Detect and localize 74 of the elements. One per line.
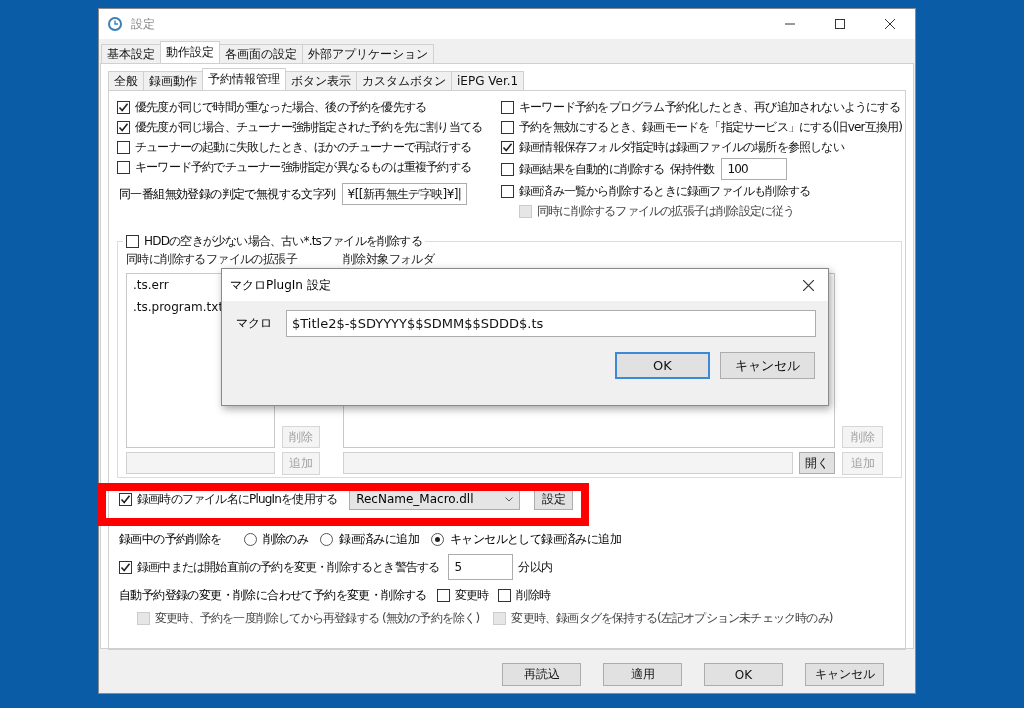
field-label: 保持件数 — [669, 160, 715, 178]
option-label: 録画中または開始直前の予約を変更・削除するとき警告する — [137, 558, 440, 576]
checkbox[interactable] — [501, 140, 514, 154]
option-label: 優先度が同じで時間が重なった場合、後の予約を優先する — [135, 98, 427, 116]
option-label: 優先度が同じ場合、チューナー強制指定された予約を先に割り当てる — [135, 118, 483, 136]
caret-icon — [505, 496, 514, 502]
open-button[interactable]: 開く — [799, 452, 835, 474]
checkbox[interactable] — [126, 234, 139, 248]
option-label: 録画結果を自動的に削除する — [519, 160, 665, 178]
tab[interactable]: 外部アプリケーション — [302, 44, 434, 63]
radio-button[interactable] — [320, 532, 334, 546]
clock-icon — [107, 16, 123, 32]
checkbox[interactable] — [117, 120, 130, 134]
option-label: 変更時、録画タグを保持する(左記オプション未チェック時のみ) — [511, 609, 833, 627]
option-label: 予約を無効にするとき、録画モードを「指定サービス」にする(旧ver互換用) — [519, 118, 903, 136]
window-title: 設定 — [131, 15, 156, 33]
tab[interactable]: iEPG Ver.1 — [451, 71, 525, 90]
footer-button[interactable]: 適用 — [603, 663, 682, 686]
checkbox[interactable] — [501, 162, 514, 176]
checkbox[interactable] — [119, 492, 132, 506]
checkbox[interactable] — [117, 140, 130, 154]
footer-button[interactable]: OK — [704, 663, 783, 686]
macro-field[interactable]: $Title2$-$SDYYYY$$SDMM$$SDDD$.ts — [286, 309, 816, 337]
list-label: 削除対象フォルダ — [343, 251, 436, 268]
option-label: HDDの空きが少ない場合、古い*.tsファイルを削除する — [144, 232, 422, 250]
option-label: 録画時のファイル名にPlugInを使用する — [137, 490, 338, 508]
tab[interactable]: 各画面の設定 — [219, 44, 303, 63]
unit-label: 分以内 — [518, 558, 552, 576]
radio-button[interactable] — [243, 532, 257, 546]
footer-button[interactable]: キャンセル — [805, 663, 884, 686]
dropdown-value: RecName_Macro.dll — [356, 492, 474, 506]
radio-button[interactable] — [431, 532, 445, 546]
field-label: マクロ — [236, 314, 272, 332]
checkbox[interactable] — [436, 588, 450, 602]
option-label: キーワード予約をプログラム予約化したとき、再び追加されないようにする — [519, 98, 900, 116]
checkbox[interactable] — [117, 100, 130, 114]
checkbox[interactable] — [498, 588, 512, 602]
option-label: 同時に削除するファイルの拡張子は削除設定に従う — [537, 202, 795, 220]
number-field[interactable]: 5 — [448, 554, 514, 580]
option-label: 録画済み一覧から削除するときに録画ファイルも削除する — [519, 182, 811, 200]
tab[interactable]: 全般 — [108, 71, 144, 90]
close-icon[interactable] — [885, 19, 895, 29]
tab[interactable]: 基本設定 — [101, 44, 161, 63]
checkbox[interactable] — [501, 120, 514, 134]
number-field[interactable]: 100 — [721, 158, 788, 180]
close-icon[interactable] — [803, 279, 814, 291]
checkbox[interactable] — [117, 160, 130, 174]
folder-input[interactable] — [343, 452, 793, 474]
dialog-button[interactable]: OK — [615, 352, 710, 379]
checkbox[interactable] — [501, 100, 514, 114]
option-label: 変更時、予約を一度削除してから再登録する (無効の予約を除く) — [155, 609, 480, 627]
option-label: 削除時 — [516, 586, 551, 604]
footer-button[interactable]: 再読込 — [502, 663, 581, 686]
list-label: 同時に削除するファイルの拡張子 — [126, 251, 299, 268]
text-field[interactable]: ¥[[新再無生デ字映]¥]| — [341, 183, 468, 205]
tab[interactable]: 動作設定 — [160, 41, 220, 63]
field-label: 同一番組無効登録の判定で無視する文字列 — [119, 185, 336, 203]
option-label: キーワード予約でチューナー強制指定が異なるものは重複予約する — [135, 158, 471, 176]
dialog-button[interactable]: キャンセル — [720, 352, 815, 379]
tab[interactable]: カスタムボタン — [356, 71, 452, 90]
option-label: キャンセルとして録画済みに追加 — [450, 530, 622, 548]
option-label: チューナーの起動に失敗したとき、ほかのチューナーで再試行する — [135, 138, 471, 156]
extension-input[interactable] — [126, 452, 275, 474]
option-label: 削除のみ — [262, 530, 309, 548]
checkbox[interactable] — [501, 184, 514, 198]
maximize-icon[interactable] — [835, 19, 845, 29]
checkbox[interactable] — [119, 560, 132, 574]
option-label: 自動予約登録の変更・削除に合わせて予約を変更・削除する — [119, 586, 427, 604]
tab[interactable]: ボタン表示 — [285, 71, 357, 90]
option-label: 録画済みに追加 — [339, 530, 420, 548]
option-label: 録画中の予約削除を — [119, 530, 222, 548]
option-label: 変更時 — [454, 586, 489, 604]
tab[interactable]: 録画動作 — [143, 71, 203, 90]
option-label: 録画情報保存フォルダ指定時は録画ファイルの場所を参照しない — [519, 138, 844, 156]
